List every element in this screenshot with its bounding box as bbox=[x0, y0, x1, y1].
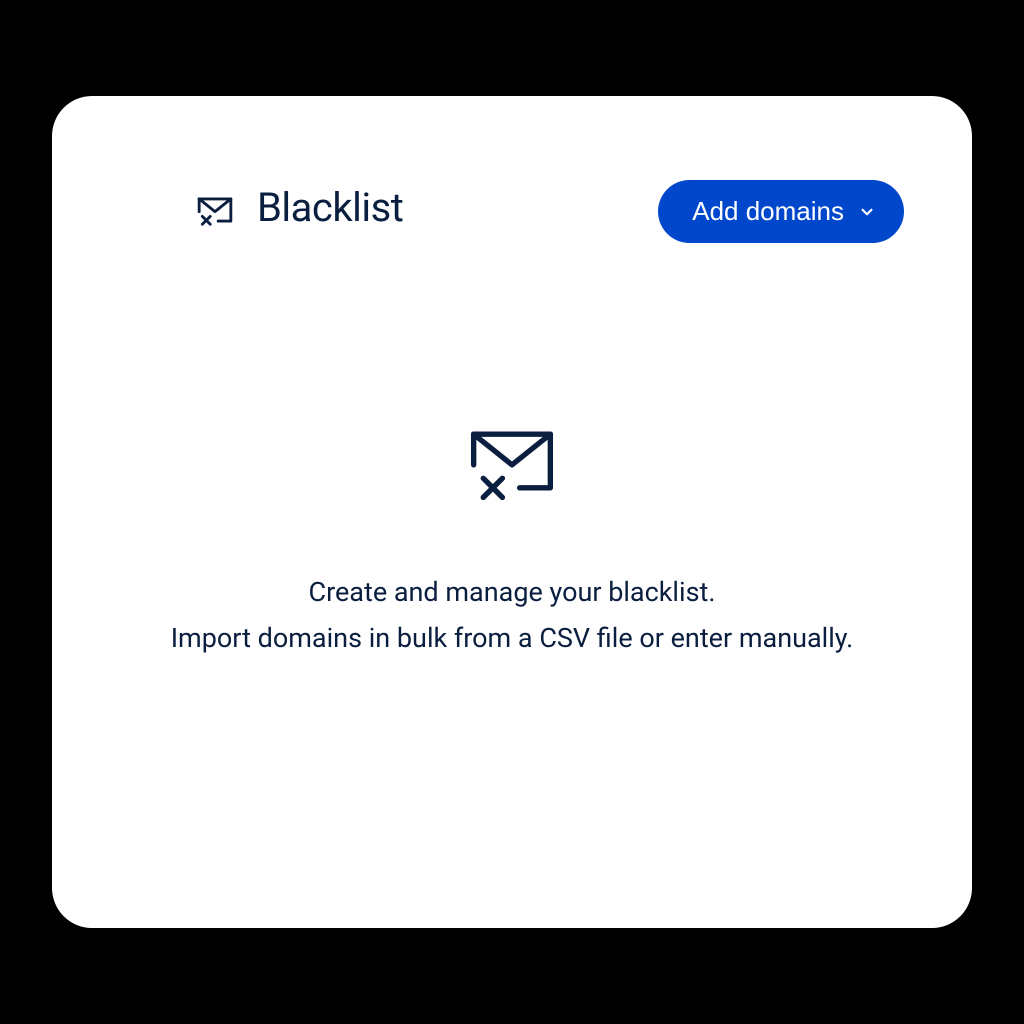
empty-state: Create and manage your blacklist. Import… bbox=[100, 411, 924, 661]
card-header: Blacklist Add domains bbox=[100, 156, 924, 243]
title-group: Blacklist bbox=[195, 184, 403, 231]
empty-state-text: Create and manage your blacklist. Import… bbox=[171, 569, 854, 661]
blacklist-card: Blacklist Add domains Create and manage … bbox=[52, 96, 972, 928]
add-domains-button[interactable]: Add domains bbox=[658, 180, 904, 243]
add-domains-label: Add domains bbox=[692, 196, 844, 227]
envelope-x-large-icon bbox=[462, 411, 562, 511]
page-title: Blacklist bbox=[257, 184, 403, 231]
empty-line-2: Import domains in bulk from a CSV file o… bbox=[171, 615, 854, 661]
chevron-down-icon bbox=[858, 203, 876, 221]
empty-line-1: Create and manage your blacklist. bbox=[171, 569, 854, 615]
envelope-x-icon bbox=[195, 190, 235, 230]
